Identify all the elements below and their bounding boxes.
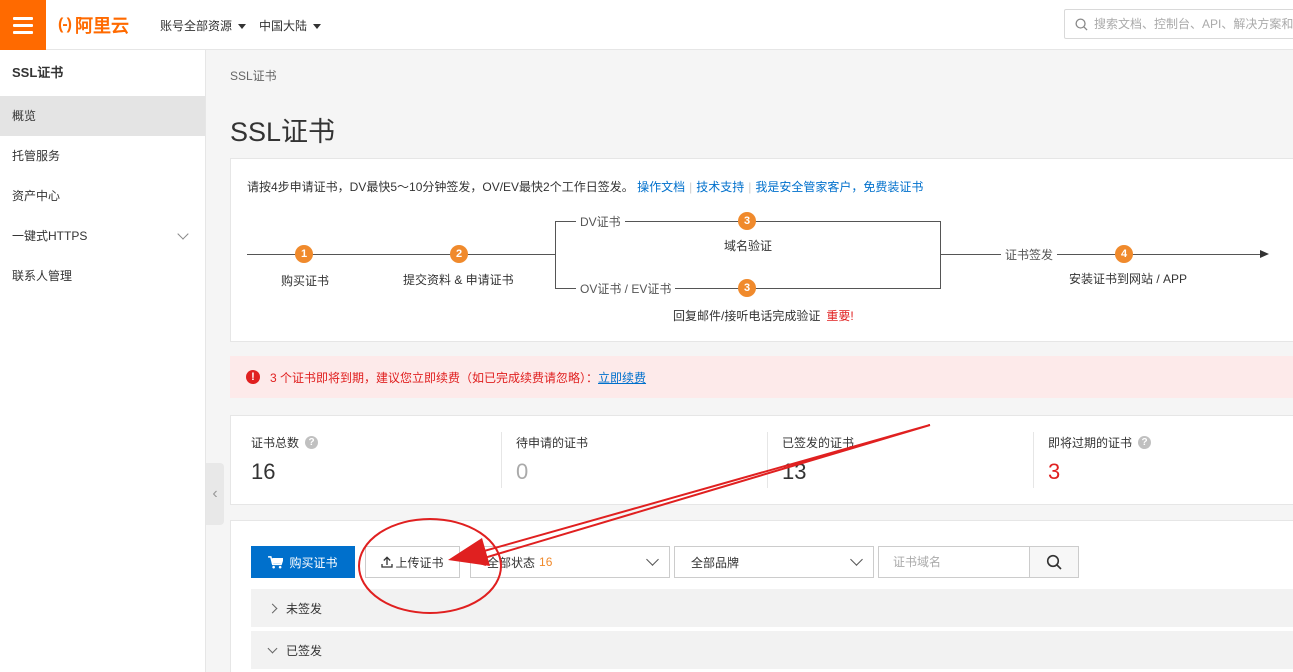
application-steps-card: 请按4步申请证书，DV最快5～10分钟签发，OV/EV最快2个工作日签发。 操作… xyxy=(230,158,1293,342)
group-row-unissued[interactable]: 未签发 xyxy=(251,589,1293,627)
breadcrumb[interactable]: SSL证书 xyxy=(230,67,277,84)
steps-flow-diagram: 1 购买证书 2 提交资料 & 申请证书 DV证书 3 域名验证 OV证书 / … xyxy=(231,159,1293,343)
upload-cert-button[interactable]: 上传证书 xyxy=(365,546,460,578)
chevron-down-icon xyxy=(177,228,189,240)
issue-line-label: 证书签发 xyxy=(1001,246,1058,263)
divider xyxy=(767,432,768,488)
aliyun-logo[interactable]: (-) 阿里云 xyxy=(58,12,129,38)
brand-filter-select[interactable]: 全部品牌 xyxy=(674,546,874,578)
stat-value: 16 xyxy=(251,459,276,484)
group-row-issued[interactable]: 已签发 xyxy=(251,631,1293,669)
search-icon xyxy=(1075,17,1088,31)
stat-label: 证书总数 xyxy=(251,436,300,450)
shopping-cart-icon xyxy=(268,555,284,568)
sidebar-item-contacts[interactable]: 联系人管理 xyxy=(0,256,205,296)
sidebar-item-label: 一键式HTTPS xyxy=(12,229,88,243)
chevron-down-icon xyxy=(646,553,659,566)
status-filter-select[interactable]: 全部状态 16 xyxy=(470,546,670,578)
stat-pending-certs[interactable]: 待申请的证书 0 xyxy=(516,434,588,485)
stat-expiring-certs[interactable]: 即将过期的证书? 3 xyxy=(1048,434,1152,485)
stat-value: 13 xyxy=(782,459,807,484)
step-4-badge: 4 xyxy=(1115,245,1133,263)
status-select-label: 全部状态 xyxy=(487,555,536,570)
upload-icon xyxy=(381,556,394,568)
logo-text: 阿里云 xyxy=(74,16,129,36)
stat-label: 待申请的证书 xyxy=(516,436,589,450)
help-icon[interactable]: ? xyxy=(1138,436,1152,449)
step-3-dv-label: 域名验证 xyxy=(724,239,773,253)
step-3-ov-text: 回复邮件/接听电话完成验证 xyxy=(673,309,821,323)
chevron-right-icon xyxy=(267,603,278,613)
stat-value: 0 xyxy=(516,459,529,484)
step-3-ov-label: 回复邮件/接听电话完成验证 重要! xyxy=(673,307,854,324)
stat-issued-certs[interactable]: 已签发的证书 13 xyxy=(782,434,854,485)
buy-cert-label: 购买证书 xyxy=(289,555,338,570)
buy-cert-button[interactable]: 购买证书 xyxy=(251,546,355,578)
step-2-label: 提交资料 & 申请证书 xyxy=(403,273,514,287)
chevron-down-icon xyxy=(850,553,863,566)
region-dropdown-label: 中国大陆 xyxy=(259,19,308,33)
step-3-ov-badge: 3 xyxy=(738,279,756,297)
flow-line xyxy=(940,221,941,289)
step-4-label: 安装证书到网站 / APP xyxy=(1069,272,1188,286)
status-count: 16 xyxy=(539,555,553,569)
group-label: 已签发 xyxy=(286,643,323,658)
sidebar-item-asset-center[interactable]: 资产中心 xyxy=(0,176,205,216)
caret-down-icon xyxy=(313,24,322,30)
divider xyxy=(1033,432,1034,488)
renew-now-link[interactable]: 立即续费 xyxy=(598,369,646,386)
help-icon[interactable]: ? xyxy=(305,436,319,449)
flow-arrow-head xyxy=(1260,250,1269,258)
ov-ev-cert-line-label: OV证书 / EV证书 xyxy=(576,280,676,297)
caret-down-icon xyxy=(238,24,247,30)
expiry-alert-banner: ! 3 个证书即将到期，建议您立即续费（如已完成续费请忽略）： 立即续费 xyxy=(230,356,1293,398)
search-icon xyxy=(1046,554,1062,570)
step-2-badge: 2 xyxy=(450,245,468,263)
hamburger-menu-icon[interactable] xyxy=(0,0,46,50)
dv-cert-line-label: DV证书 xyxy=(576,213,625,230)
upload-cert-label: 上传证书 xyxy=(395,555,444,570)
step-1-badge: 1 xyxy=(295,245,313,263)
sidebar-title: SSL证书 xyxy=(12,65,64,80)
global-search-box[interactable] xyxy=(1064,9,1293,39)
stat-total-certs[interactable]: 证书总数? 16 xyxy=(251,434,319,485)
account-dropdown-label: 账号全部资源 xyxy=(160,19,233,33)
stat-label: 已签发的证书 xyxy=(782,436,855,450)
page-title: SSL证书 xyxy=(230,117,336,147)
sidebar-item-one-click-https[interactable]: 一键式HTTPS xyxy=(0,216,205,256)
domain-search-button[interactable] xyxy=(1029,546,1079,578)
sidebar: SSL证书 概览 托管服务 资产中心 一键式HTTPS 联系人管理 xyxy=(0,50,206,672)
brand-select-label: 全部品牌 xyxy=(691,555,740,570)
step-3-dv-badge: 3 xyxy=(738,212,756,230)
divider xyxy=(501,432,502,488)
region-dropdown[interactable]: 中国大陆 xyxy=(259,17,322,34)
main-content: SSL证书 SSL证书 请按4步申请证书，DV最快5～10分钟签发，OV/EV最… xyxy=(207,50,1293,672)
cert-list-card: 购买证书 上传证书 全部状态16 全部品牌 未签发 已签发 xyxy=(230,520,1293,672)
account-resources-dropdown[interactable]: 账号全部资源 xyxy=(160,17,247,34)
global-search-input[interactable] xyxy=(1094,17,1293,31)
flow-line xyxy=(555,221,556,289)
logo-mark: (-) xyxy=(58,16,72,33)
flow-line xyxy=(247,254,555,255)
sidebar-item-overview[interactable]: 概览 xyxy=(0,96,205,136)
important-tag: 重要! xyxy=(826,309,854,323)
stat-label: 即将过期的证书 xyxy=(1048,436,1133,450)
error-icon: ! xyxy=(246,370,260,384)
alert-text: 3 个证书即将到期，建议您立即续费（如已完成续费请忽略）： xyxy=(270,370,599,385)
chevron-down-icon xyxy=(267,643,278,653)
group-label: 未签发 xyxy=(286,601,323,616)
cert-stats-card: 证书总数? 16 待申请的证书 0 已签发的证书 13 即将过期的证书? 3 xyxy=(230,415,1293,505)
step-1-label: 购买证书 xyxy=(281,274,330,288)
sidebar-item-managed-service[interactable]: 托管服务 xyxy=(0,136,205,176)
stat-value: 3 xyxy=(1048,459,1061,484)
flow-line xyxy=(940,254,1262,255)
top-navbar: (-) 阿里云 账号全部资源 中国大陆 xyxy=(0,0,1293,50)
cert-domain-input[interactable] xyxy=(878,546,1030,578)
